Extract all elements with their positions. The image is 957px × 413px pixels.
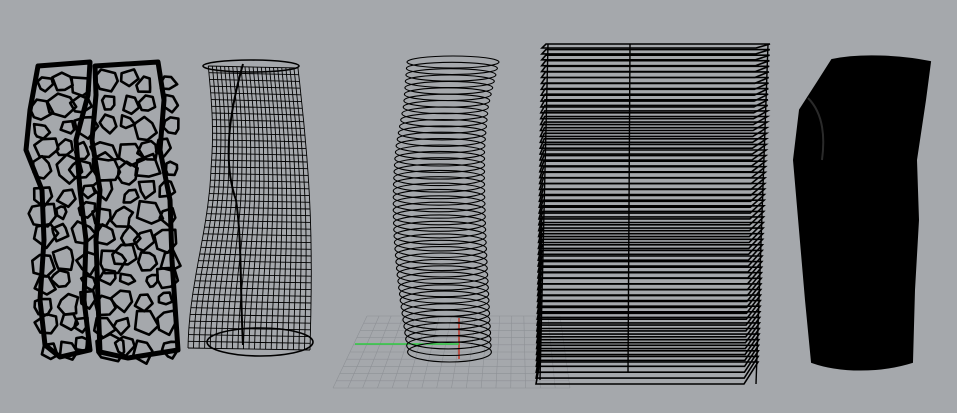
slice-plate: [540, 59, 770, 67]
lattice-cell: [122, 188, 140, 204]
lattice-cell: [94, 223, 116, 246]
rhino-perspective-viewport[interactable]: [0, 0, 957, 413]
slice-plate: [539, 115, 771, 126]
lattice-cell: [156, 309, 177, 337]
lattice-cell: [74, 335, 89, 353]
lattice-cell: [112, 316, 131, 337]
slice-plate: [537, 244, 765, 262]
lattice-cell: [132, 115, 158, 142]
lattice-cell: [59, 119, 76, 135]
lattice-cell: [98, 113, 118, 135]
slice-plate: [539, 71, 770, 79]
lattice-cell: [122, 94, 141, 116]
slice-plate: [536, 299, 762, 321]
lattice-cell: [55, 138, 74, 157]
construction-grid: [332, 315, 571, 389]
slice-plate: [537, 249, 764, 267]
lattice-cell: [50, 71, 74, 92]
lattice-cell: [51, 222, 70, 243]
lattice-cell: [32, 137, 60, 159]
lattice-cell: [51, 245, 75, 272]
slice-plate: [539, 132, 770, 144]
slice-plate: [536, 294, 763, 315]
lattice-cell: [164, 160, 179, 177]
lattice-cell: [36, 76, 55, 93]
slice-plate: [536, 255, 764, 273]
slice-plate: [539, 121, 770, 132]
lattice-cell: [109, 205, 135, 228]
lattice-cell: [157, 291, 174, 306]
lattice-cell: [162, 116, 180, 135]
slice-plate: [539, 65, 770, 73]
lattice-cell: [55, 188, 77, 209]
slice-plate: [540, 48, 771, 55]
voronoi-lattice-shell[interactable]: [23, 59, 182, 366]
lattice-cell: [31, 154, 53, 180]
lattice-cell: [133, 309, 160, 337]
helix-turn: [395, 138, 486, 154]
slice-plate: [538, 138, 770, 149]
slice-plate: [536, 266, 764, 285]
slice-plate: [540, 54, 770, 61]
slice-plate: [536, 283, 763, 303]
lattice-cell: [56, 292, 80, 316]
slice-plate: [536, 277, 763, 297]
lattice-cell: [137, 179, 157, 200]
helix-turn: [396, 131, 486, 147]
solid-shaded-shell[interactable]: [792, 55, 932, 371]
viewport-scene: [23, 43, 932, 389]
helix-turn: [392, 201, 486, 219]
lattice-cell: [118, 272, 137, 286]
slice-plate: [536, 271, 764, 291]
wireframe-mesh-shell[interactable]: [187, 59, 314, 357]
lattice-cell: [119, 68, 140, 88]
slice-plate: [539, 126, 770, 138]
lattice-cell: [100, 94, 116, 111]
solid-body: [792, 55, 932, 371]
slice-plate: [536, 288, 763, 309]
lattice-cell: [119, 114, 137, 130]
lattice-cell: [32, 122, 52, 140]
slice-plate: [537, 238, 765, 256]
slice-plate: [540, 43, 771, 49]
lattice-cell: [137, 94, 157, 112]
stacked-slice-contours[interactable]: [535, 43, 771, 385]
lattice-cell: [133, 293, 154, 313]
slice-plate: [536, 260, 764, 279]
lattice-cell: [136, 251, 159, 272]
lattice-cell: [145, 273, 159, 289]
lattice-cell: [54, 205, 68, 221]
lattice-cell: [135, 199, 165, 225]
